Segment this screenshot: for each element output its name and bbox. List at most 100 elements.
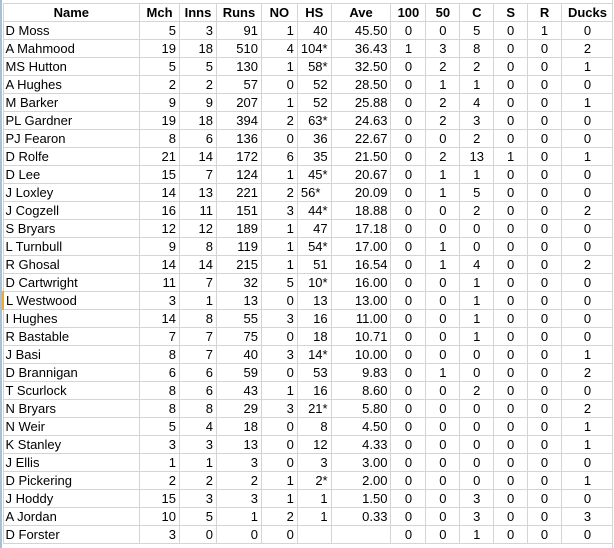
column-header-fifties[interactable]: 50 <box>425 3 461 22</box>
cell-stumpings[interactable]: 0 <box>493 255 529 274</box>
cell-name[interactable]: R Ghosal <box>2 255 141 274</box>
cell-runs[interactable]: 136 <box>215 129 262 148</box>
cell-ducks[interactable]: 0 <box>560 183 614 202</box>
cell-fifties[interactable]: 0 <box>425 219 461 238</box>
cell-inns[interactable]: 4 <box>179 417 217 436</box>
cell-no[interactable]: 2 <box>260 183 298 202</box>
cell-ducks[interactable]: 0 <box>560 525 614 544</box>
cell-inns[interactable]: 8 <box>179 399 217 418</box>
cell-name[interactable]: N Bryars <box>2 399 141 418</box>
cell-ave[interactable]: 16.00 <box>330 273 392 292</box>
cell-mch[interactable]: 7 <box>139 327 181 346</box>
cell-inns[interactable]: 18 <box>179 111 217 130</box>
cell-hundreds[interactable]: 0 <box>390 381 427 400</box>
cell-fifties[interactable]: 1 <box>425 255 461 274</box>
cell-catches[interactable]: 0 <box>459 471 495 490</box>
cell-catches[interactable]: 5 <box>459 183 495 202</box>
cell-hs[interactable]: 18 <box>296 327 332 346</box>
cell-name[interactable]: PJ Fearon <box>2 129 141 148</box>
cell-ducks[interactable]: 2 <box>560 39 614 58</box>
cell-fifties[interactable]: 0 <box>425 507 461 526</box>
cell-runs[interactable]: 32 <box>215 273 262 292</box>
cell-runs[interactable]: 119 <box>215 237 262 256</box>
cell-hundreds[interactable]: 0 <box>390 165 427 184</box>
cell-name[interactable]: D Forster <box>2 525 141 544</box>
cell-ducks[interactable]: 0 <box>560 327 614 346</box>
cell-run-outs[interactable]: 0 <box>527 327 562 346</box>
cell-name[interactable]: A Jordan <box>2 507 141 526</box>
cell-name[interactable]: S Bryars <box>2 219 141 238</box>
cell-hundreds[interactable]: 0 <box>390 489 427 508</box>
cell-inns[interactable]: 7 <box>179 327 217 346</box>
cell-ducks[interactable]: 1 <box>560 471 614 490</box>
cell-ave[interactable]: 20.67 <box>330 165 392 184</box>
column-header-ducks[interactable]: Ducks <box>560 3 614 22</box>
cell-hundreds[interactable]: 0 <box>390 291 427 310</box>
cell-run-outs[interactable]: 1 <box>527 21 562 40</box>
cell-runs[interactable]: 0 <box>215 525 262 544</box>
cell-mch[interactable]: 12 <box>139 219 181 238</box>
cell-stumpings[interactable]: 0 <box>493 489 529 508</box>
cell-catches[interactable]: 1 <box>459 309 495 328</box>
cell-fifties[interactable]: 0 <box>425 489 461 508</box>
cell-hs[interactable]: 21* <box>296 399 332 418</box>
cell-stumpings[interactable]: 0 <box>493 183 529 202</box>
cell-ave[interactable]: 16.54 <box>330 255 392 274</box>
cell-inns[interactable]: 8 <box>179 237 217 256</box>
cell-hs[interactable]: 54* <box>296 237 332 256</box>
cell-mch[interactable]: 8 <box>139 399 181 418</box>
cell-hs[interactable]: 51 <box>296 255 332 274</box>
cell-stumpings[interactable]: 0 <box>493 309 529 328</box>
cell-run-outs[interactable]: 0 <box>527 489 562 508</box>
cell-catches[interactable]: 2 <box>459 57 495 76</box>
cell-inns[interactable]: 2 <box>179 75 217 94</box>
cell-no[interactable]: 3 <box>260 309 298 328</box>
cell-run-outs[interactable]: 0 <box>527 471 562 490</box>
cell-fifties[interactable]: 2 <box>425 147 461 166</box>
cell-no[interactable]: 3 <box>260 399 298 418</box>
cell-fifties[interactable]: 1 <box>425 165 461 184</box>
cell-no[interactable]: 1 <box>260 21 298 40</box>
cell-hs[interactable]: 14* <box>296 345 332 364</box>
cell-inns[interactable]: 9 <box>179 93 217 112</box>
cell-inns[interactable]: 1 <box>179 453 217 472</box>
cell-run-outs[interactable]: 0 <box>527 39 562 58</box>
cell-runs[interactable]: 55 <box>215 309 262 328</box>
cell-run-outs[interactable]: 0 <box>527 75 562 94</box>
cell-fifties[interactable]: 2 <box>425 57 461 76</box>
cell-catches[interactable]: 1 <box>459 165 495 184</box>
cell-mch[interactable]: 10 <box>139 507 181 526</box>
cell-hundreds[interactable]: 0 <box>390 273 427 292</box>
cell-catches[interactable]: 4 <box>459 93 495 112</box>
cell-fifties[interactable]: 0 <box>425 291 461 310</box>
cell-ducks[interactable]: 0 <box>560 237 614 256</box>
cell-runs[interactable]: 3 <box>215 453 262 472</box>
cell-runs[interactable]: 124 <box>215 165 262 184</box>
cell-no[interactable]: 0 <box>260 75 298 94</box>
cell-hs[interactable]: 3 <box>296 453 332 472</box>
cell-runs[interactable]: 43 <box>215 381 262 400</box>
cell-inns[interactable]: 6 <box>179 129 217 148</box>
cell-stumpings[interactable]: 0 <box>493 75 529 94</box>
cell-ave[interactable]: 25.88 <box>330 93 392 112</box>
cell-no[interactable]: 1 <box>260 219 298 238</box>
cell-fifties[interactable]: 1 <box>425 363 461 382</box>
cell-stumpings[interactable]: 0 <box>493 525 529 544</box>
cell-ducks[interactable]: 0 <box>560 489 614 508</box>
cell-no[interactable]: 0 <box>260 327 298 346</box>
cell-mch[interactable]: 9 <box>139 93 181 112</box>
cell-hs[interactable]: 1 <box>296 489 332 508</box>
cell-runs[interactable]: 3 <box>215 489 262 508</box>
cell-ave[interactable]: 8.60 <box>330 381 392 400</box>
cell-mch[interactable]: 8 <box>139 381 181 400</box>
cell-no[interactable]: 2 <box>260 111 298 130</box>
cell-stumpings[interactable]: 0 <box>493 93 529 112</box>
cell-ave[interactable]: 45.50 <box>330 21 392 40</box>
cell-name[interactable]: D Moss <box>2 21 141 40</box>
cell-mch[interactable]: 14 <box>139 309 181 328</box>
cell-stumpings[interactable]: 0 <box>493 129 529 148</box>
cell-stumpings[interactable]: 0 <box>493 471 529 490</box>
cell-fifties[interactable]: 1 <box>425 237 461 256</box>
cell-name[interactable]: D Lee <box>2 165 141 184</box>
cell-run-outs[interactable]: 0 <box>527 291 562 310</box>
